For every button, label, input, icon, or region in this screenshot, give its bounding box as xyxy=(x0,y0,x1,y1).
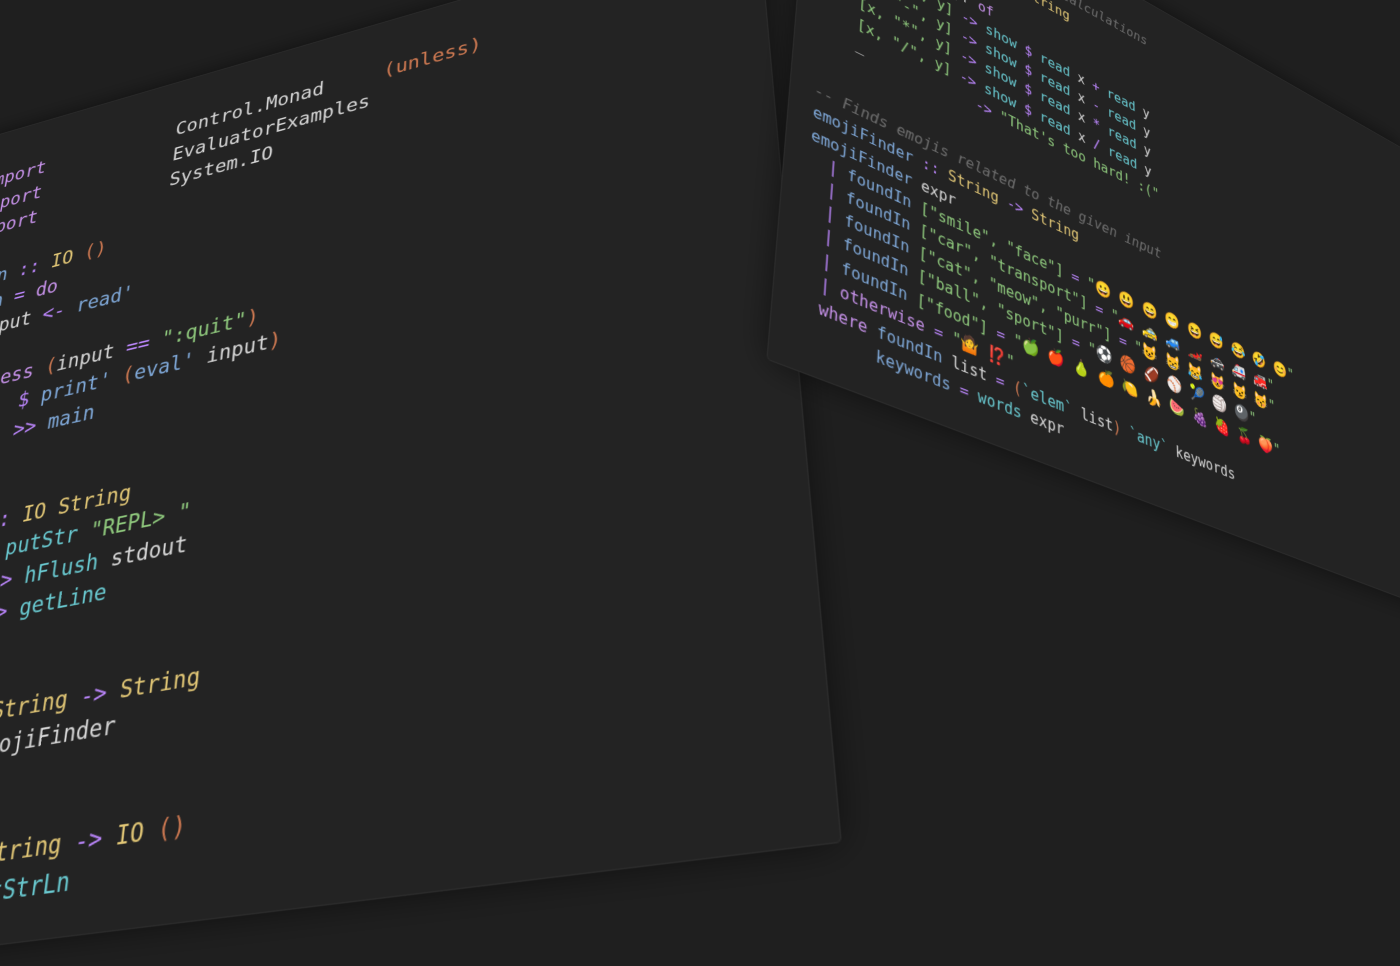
dbl-colon-2: :: xyxy=(0,506,12,535)
seq-1: >> xyxy=(11,414,38,442)
dollar-1: $ xyxy=(16,388,31,413)
r-dollar-2: $ xyxy=(1024,60,1032,80)
op-div: / xyxy=(1093,134,1101,154)
x-4: x xyxy=(1078,126,1086,146)
x-3: x xyxy=(1078,107,1086,127)
rparen-2: ) xyxy=(268,328,282,354)
r-eq-g1: = xyxy=(1071,266,1079,287)
do-kw: do xyxy=(34,275,59,301)
seq-3: >> xyxy=(0,598,9,628)
wild-pat: _ xyxy=(855,35,865,57)
r-arrow-2: -> xyxy=(1007,194,1024,219)
pipe-3: | xyxy=(825,202,836,225)
y-4: y xyxy=(1144,160,1152,179)
r-dollar-4: $ xyxy=(1024,99,1032,119)
main-rec: main xyxy=(46,401,96,435)
r-eq-w1: = xyxy=(996,369,1005,392)
any-fn: `any` xyxy=(1129,423,1168,457)
r-eq-g2: = xyxy=(1095,298,1103,319)
pipe-1: | xyxy=(828,156,839,179)
bind-arrow: <- xyxy=(41,299,67,326)
string-ty-2: String xyxy=(118,663,201,705)
string-ty-3: String xyxy=(0,830,63,871)
putstrln-fn: putStrLn xyxy=(0,866,72,911)
pipe-2: | xyxy=(826,179,837,202)
r-eq-g5: = xyxy=(996,322,1005,345)
import-kw-3: import xyxy=(0,207,39,244)
y-2: y xyxy=(1143,122,1151,141)
pipe-4: | xyxy=(823,225,834,249)
io-ty-2: IO xyxy=(114,818,145,852)
r-dollar-1: $ xyxy=(1024,41,1032,61)
unit-2: () xyxy=(156,812,187,847)
y-1: y xyxy=(1142,103,1150,122)
read-call-1: read' xyxy=(75,282,135,318)
r-str-ty-2: String xyxy=(1025,0,1070,24)
r-dc-2: :: xyxy=(922,154,940,180)
input-var: input xyxy=(0,308,33,343)
r-eq-w2: = xyxy=(959,379,969,402)
eq-1: = xyxy=(12,284,26,307)
r-eq-g3: = xyxy=(1119,330,1127,351)
seq-2: >> xyxy=(0,566,14,596)
y-3: y xyxy=(1143,141,1151,160)
code-card-main: import Control.Monad (unless) import Eva… xyxy=(0,0,842,966)
op-times: * xyxy=(1093,115,1101,135)
arrow-1: -> xyxy=(79,679,109,711)
op-minus: - xyxy=(1092,96,1100,115)
eqeq-op: == xyxy=(125,332,151,360)
arrow-2: -> xyxy=(73,824,104,858)
op-plus: + xyxy=(1092,77,1100,96)
list-use: list xyxy=(1081,403,1114,435)
x-1: x xyxy=(1077,69,1085,88)
code-card-examples: -- Does really really simple calculation… xyxy=(766,0,1400,620)
r-dollar-3: $ xyxy=(1024,79,1032,99)
unless-kw: unless xyxy=(0,360,36,398)
rparen-1: ) xyxy=(245,305,259,331)
import-items-1: (unless) xyxy=(383,34,482,81)
keywords-use: keywords xyxy=(1175,442,1235,484)
of-kw: of xyxy=(978,0,994,21)
r-eq-g4: = xyxy=(1072,332,1080,354)
pipe-6: | xyxy=(820,273,831,297)
x-2: x xyxy=(1078,88,1086,108)
pipe-5: | xyxy=(821,249,832,273)
dbl-colon-1: :: xyxy=(17,255,42,281)
r-eq-g6: = xyxy=(934,320,944,343)
unit-1: () xyxy=(83,237,108,263)
string-ty-1: String xyxy=(0,686,70,726)
io-ty-1: IO xyxy=(49,246,74,272)
rparen-w: ) xyxy=(1113,416,1121,438)
